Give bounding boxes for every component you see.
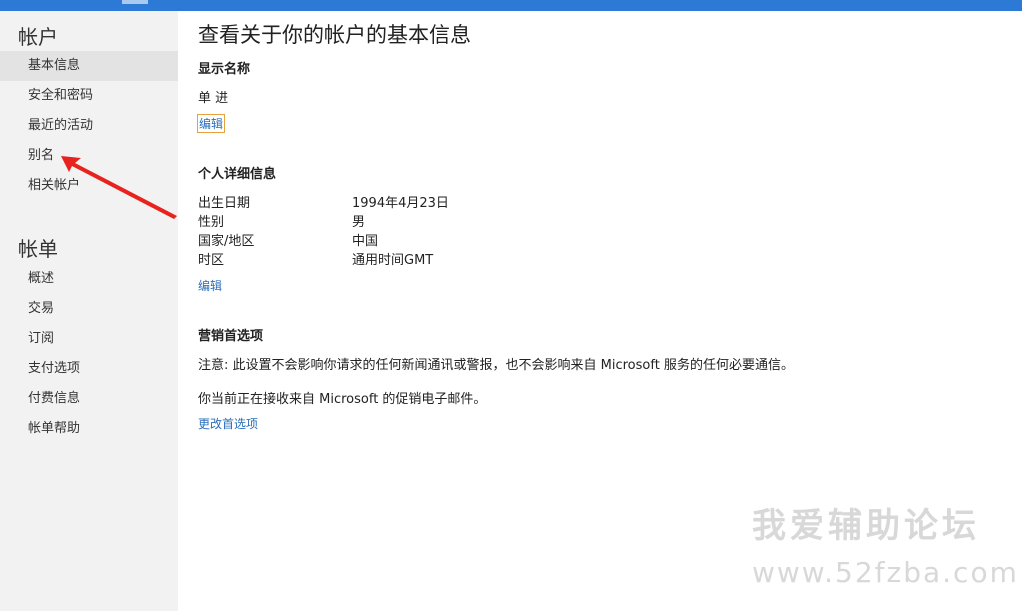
sidebar-item-payment-options[interactable]: 支付选项 [0,354,178,384]
detail-value-timezone: 通用时间GMT [352,253,434,268]
top-bar-fragment [122,0,148,4]
top-bar [0,0,1022,11]
personal-details-heading: 个人详细信息 [198,167,277,182]
watermark-url: www.52fzba.com [752,556,1019,589]
sidebar-item-basic-info[interactable]: 基本信息 [0,51,178,81]
sidebar-item-recent-activity[interactable]: 最近的活动 [0,111,178,141]
display-name-heading: 显示名称 [198,62,251,77]
edit-display-name-link[interactable]: 编辑 [196,114,226,133]
sidebar-item-transactions[interactable]: 交易 [0,294,178,324]
sidebar-item-overview[interactable]: 概述 [0,264,178,294]
marketing-status: 你当前正在接收来自 Microsoft 的促销电子邮件。 [198,392,487,407]
detail-value-gender: 男 [352,215,366,230]
sidebar: 帐户 基本信息 安全和密码 最近的活动 别名 相关帐户 帐单 概述 交易 订阅 … [0,11,178,611]
watermark-logo: 我爱辅助论坛 [752,506,980,546]
detail-label-gender: 性别 [198,215,225,230]
sidebar-item-subscriptions[interactable]: 订阅 [0,324,178,354]
detail-label-country: 国家/地区 [198,234,255,249]
sidebar-item-security[interactable]: 安全和密码 [0,81,178,111]
change-preferences-link[interactable]: 更改首选项 [198,415,258,432]
sidebar-item-billing-help[interactable]: 帐单帮助 [0,414,178,444]
page-title: 查看关于你的帐户的基本信息 [198,23,471,47]
detail-value-birthdate: 1994年4月23日 [352,196,449,211]
display-name-value: 单 进 [198,91,229,106]
marketing-note: 注意: 此设置不会影响你请求的任何新闻通讯或警报，也不会影响来自 Microso… [198,358,794,373]
sidebar-item-billing-info[interactable]: 付费信息 [0,384,178,414]
sidebar-heading-billing: 帐单 [18,237,58,261]
marketing-heading: 营销首选项 [198,329,264,344]
sidebar-heading-account: 帐户 [18,25,58,49]
edit-personal-details-link[interactable]: 编辑 [198,277,222,294]
detail-label-timezone: 时区 [198,253,225,268]
detail-label-birthdate: 出生日期 [198,196,251,211]
detail-value-country: 中国 [352,234,379,249]
annotation-arrow-icon [61,156,177,219]
